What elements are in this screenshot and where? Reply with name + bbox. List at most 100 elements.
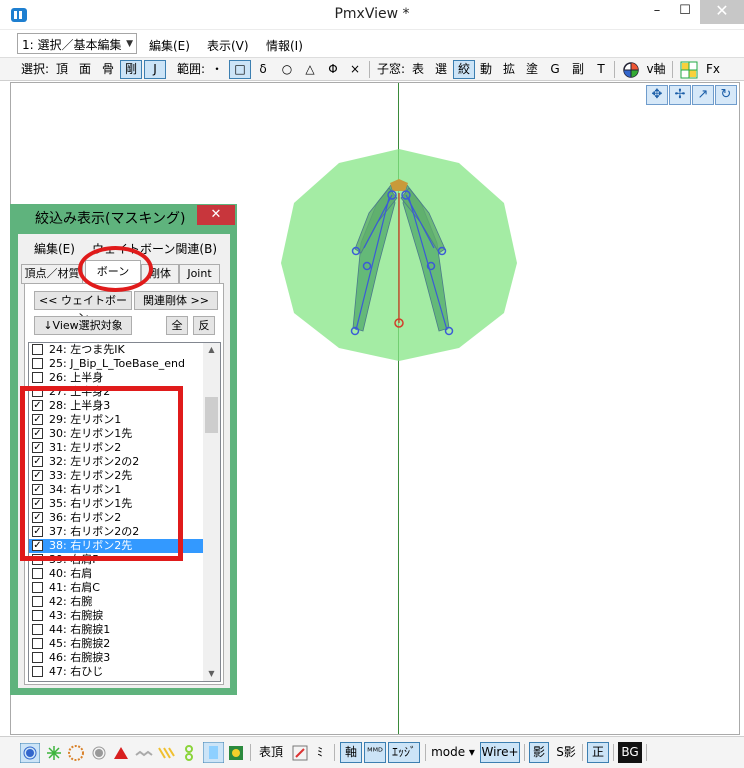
panel-menu-edit[interactable]: 編集(E) [34,240,75,257]
bone-label: 41: 右肩C [49,581,100,594]
toolbar-move[interactable]: 動 [479,60,493,79]
toolbar-vertex[interactable]: 頂 [55,60,69,79]
status-front-view[interactable]: 正 [587,742,609,763]
toolbar-group[interactable]: G [548,60,562,79]
mode-select[interactable]: 1: 選択／基本編集 ▼ [17,33,137,54]
bone-label: 44: 右腕捩1 [49,623,111,636]
bone-label: 43: 右腕捩 [49,609,104,622]
select-all-button[interactable]: 全 [166,316,188,335]
status-mmd[interactable]: ᴹᴹᴰ [364,742,386,763]
scroll-thumb[interactable] [205,397,218,433]
sphere-dots-icon[interactable] [67,743,85,763]
bone-label: 25: J_Bip_L_ToeBase_end [49,357,186,370]
toolbar-select-window[interactable]: 選 [434,60,448,79]
toolbar-range-rect[interactable]: □ [229,60,251,79]
status-wire[interactable]: Wire+ [480,742,520,763]
move-xz-icon[interactable]: ✢ [669,85,691,105]
panel-close-button[interactable]: ✕ [197,205,235,225]
bone-checkbox[interactable] [32,358,43,369]
bone-checkbox[interactable] [32,638,43,649]
texture-icon[interactable] [227,743,245,763]
toolbar-rigid[interactable]: 剛 [120,60,142,79]
menu-view[interactable]: 表示(V) [207,37,249,54]
toolbar-range-phi[interactable]: Φ [326,60,340,79]
bone-checkbox[interactable] [32,624,43,635]
view-select-button[interactable]: ↓View選択対象 [34,316,132,335]
scroll-down-icon[interactable]: ▼ [203,667,220,681]
rotate-icon[interactable]: ↻ [715,85,737,105]
point-icon[interactable] [90,743,108,763]
link-icon[interactable] [180,743,198,763]
related-rigid-button[interactable]: 関連剛体 >> [134,291,218,310]
move-xy-icon[interactable]: ✥ [646,85,668,105]
mode-select-value: 1: 選択／基本編集 [22,38,122,52]
menu-edit[interactable]: 編集(E) [149,37,190,54]
list-item[interactable]: 24: 左つま先IK [29,343,204,357]
toolbar-range-clear[interactable]: × [348,60,362,79]
window-title: PmxView * [334,6,410,22]
status-self-shadow[interactable]: S影 [553,742,579,763]
wave-icon[interactable] [135,743,153,763]
bone-checkbox[interactable] [32,582,43,593]
tab-joint[interactable]: Joint [179,264,220,284]
list-scrollbar[interactable]: ▲ ▼ [203,343,220,681]
scroll-up-icon[interactable]: ▲ [203,343,220,357]
bone-checkbox[interactable] [32,344,43,355]
list-item[interactable]: 26: 上半身 [29,371,204,385]
brush-icon[interactable] [292,745,308,761]
status-hyochou[interactable]: 表頂 [256,742,286,763]
menu-info[interactable]: 情報(I) [266,37,303,54]
toolbar-masking[interactable]: 絞 [453,60,475,79]
triangle-icon[interactable] [112,743,130,763]
list-item[interactable]: 44: 右腕捩1 [29,623,204,637]
list-item[interactable]: 40: 右肩 [29,567,204,581]
bone-checkbox[interactable] [32,372,43,383]
status-mi[interactable]: ﾐ [313,742,327,763]
status-bg[interactable]: BG [618,742,642,763]
toolbar-paint[interactable]: 塗 [525,60,539,79]
lines-icon[interactable] [157,743,175,763]
toolbar-scale[interactable]: 拡 [502,60,516,79]
view-nav-icons: ✥ ✢ ↗ ↻ [645,85,737,105]
toolbar-range-triangle[interactable]: △ [303,60,317,79]
list-item[interactable]: 41: 右肩C [29,581,204,595]
status-axis[interactable]: 軸 [340,742,362,763]
weight-bone-button[interactable]: << ウェイトボーン [34,291,132,324]
toolbar-transform[interactable]: T [594,60,608,79]
list-item[interactable]: 47: 右ひじ [29,665,204,679]
bone-checkbox[interactable] [32,596,43,607]
toolbar-range-delta[interactable]: δ [256,60,270,79]
bone-checkbox[interactable] [32,568,43,579]
tab-vertex-material[interactable]: 頂点／材質 [21,264,83,284]
toolbar-table[interactable]: 表 [411,60,425,79]
list-item[interactable]: 45: 右腕捩2 [29,637,204,651]
zoom-icon[interactable]: ↗ [692,85,714,105]
close-button[interactable]: ✕ [700,0,744,24]
status-mode-dropdown[interactable]: mode ▾ [430,742,476,763]
maximize-button[interactable]: ☐ [668,0,702,24]
invert-button[interactable]: 反 [193,316,215,335]
list-item[interactable]: 46: 右腕捩3 [29,651,204,665]
bone-checkbox[interactable] [32,666,43,677]
list-item[interactable]: 42: 右腕 [29,595,204,609]
toolbar-v-axis[interactable]: v軸 [645,60,667,79]
burst-icon[interactable] [45,743,63,763]
status-edge[interactable]: ｴｯｼﾞ [388,742,420,763]
toolbar-range-point[interactable]: ・ [210,60,224,79]
list-item[interactable]: 25: J_Bip_L_ToeBase_end [29,357,204,371]
toolbar-fx[interactable]: Fx [703,60,723,79]
figure-icon[interactable] [203,742,224,763]
statusbar-separator [334,744,335,761]
toolbar-bone[interactable]: 骨 [101,60,115,79]
color-wheel-icon[interactable] [622,61,640,79]
bone-checkbox[interactable] [32,610,43,621]
status-shadow[interactable]: 影 [529,742,549,763]
bone-checkbox[interactable] [32,652,43,663]
grid-color-icon[interactable] [680,61,698,79]
toolbar-face[interactable]: 面 [78,60,92,79]
target-icon[interactable] [20,743,40,763]
toolbar-joint[interactable]: J [144,60,166,79]
toolbar-range-circle[interactable]: ○ [280,60,294,79]
toolbar-sub[interactable]: 副 [571,60,585,79]
list-item[interactable]: 43: 右腕捩 [29,609,204,623]
